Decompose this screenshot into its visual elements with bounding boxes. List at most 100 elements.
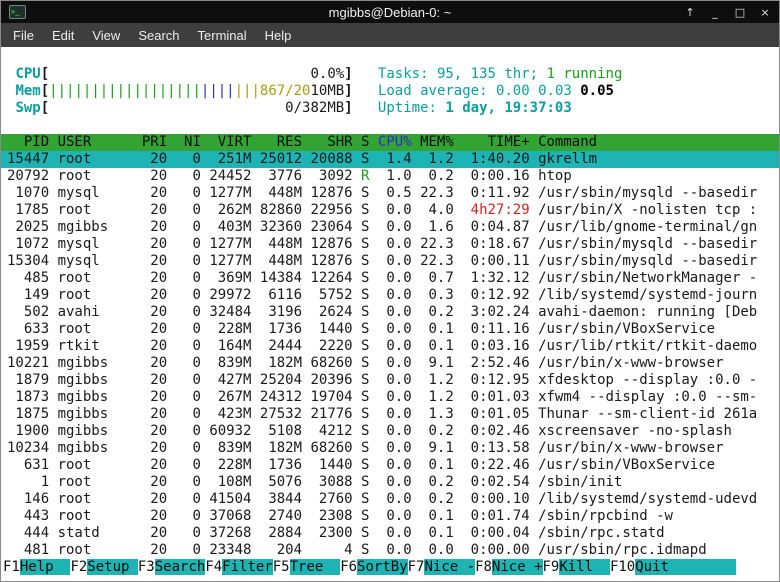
shade-button[interactable]: ↑ — [684, 6, 696, 19]
menu-edit[interactable]: Edit — [43, 25, 83, 46]
column-header-pri[interactable]: PRI — [142, 134, 176, 150]
fkey-f2-setup-button[interactable]: Setup — [87, 559, 138, 575]
cell-s: S — [361, 321, 378, 337]
process-row[interactable]: 15304 mysql 20 0 1277M 448M 12876 S 0.0 … — [1, 253, 779, 270]
maximize-button[interactable]: □ — [734, 6, 746, 19]
fkey-f3-key[interactable]: F3 — [138, 559, 155, 575]
cell-mem: 0.1 — [420, 525, 462, 541]
cell-res: 448M — [260, 253, 311, 269]
process-row[interactable]: 1070 mysql 20 0 1277M 448M 12876 S 0.5 2… — [1, 185, 779, 202]
fkey-f7-key[interactable]: F7 — [408, 559, 425, 575]
cell-shr: 2624 — [310, 304, 361, 320]
process-row[interactable]: 146 root 20 0 41504 3844 2760 S 0.0 0.2 … — [1, 491, 779, 508]
fkey-f1-help-button[interactable]: Help — [20, 559, 71, 575]
cell-mem: 0.1 — [420, 508, 462, 524]
column-header-s[interactable]: S — [361, 134, 378, 150]
process-row[interactable]: 10221 mgibbs 20 0 839M 182M 68260 S 0.0 … — [1, 355, 779, 372]
fkey-f1-key[interactable]: F1 — [3, 559, 20, 575]
process-row[interactable]: 485 root 20 0 369M 14384 12264 S 0.0 0.7… — [1, 270, 779, 287]
cell-shr: 4212 — [310, 423, 361, 439]
cell-s: S — [361, 406, 378, 422]
process-row[interactable]: 1875 mgibbs 20 0 423M 27532 21776 S 0.0 … — [1, 406, 779, 423]
fkey-f7-nice-button[interactable]: Nice - — [424, 559, 475, 575]
cell-ni: 0 — [176, 236, 210, 252]
cell-ni: 0 — [176, 474, 210, 490]
process-row[interactable]: 1 root 20 0 108M 5076 3088 S 0.0 0.2 0:0… — [1, 474, 779, 491]
column-header-mem[interactable]: MEM% — [420, 134, 462, 150]
fkey-f4-key[interactable]: F4 — [205, 559, 222, 575]
column-header-res[interactable]: RES — [260, 134, 311, 150]
column-header-time[interactable]: TIME+ — [462, 134, 538, 150]
process-row[interactable]: 1873 mgibbs 20 0 267M 24312 19704 S 0.0 … — [1, 389, 779, 406]
column-header-ni[interactable]: NI — [176, 134, 210, 150]
fkey-f9-kill-button[interactable]: Kill — [559, 559, 610, 575]
cell-time: 0:22.46 — [462, 457, 538, 473]
cell-pri: 20 — [142, 304, 176, 320]
cell-s: S — [361, 287, 378, 303]
fkey-f10-quit-button[interactable]: Quit — [635, 559, 736, 575]
fkey-f9-key[interactable]: F9 — [543, 559, 560, 575]
terminal-screen[interactable]: CPU[ 0.0%] Tasks: 95, 135 thr; 1 running… — [1, 47, 779, 581]
cell-cpu: 0.0 — [378, 389, 420, 405]
column-header-virt[interactable]: VIRT — [209, 134, 260, 150]
cell-command: /lib/systemd/systemd-journ — [538, 287, 757, 303]
cell-user: root — [58, 168, 142, 184]
cell-mem: 0.2 — [420, 474, 462, 490]
close-button[interactable]: × — [759, 6, 771, 19]
cell-time: 0:00.00 — [462, 542, 538, 558]
menu-search[interactable]: Search — [129, 25, 188, 46]
column-header-user[interactable]: USER — [58, 134, 142, 150]
column-header-shr[interactable]: SHR — [310, 134, 361, 150]
menu-help[interactable]: Help — [256, 25, 301, 46]
process-row[interactable]: 10234 mgibbs 20 0 839M 182M 68260 S 0.0 … — [1, 440, 779, 457]
process-row[interactable]: 1785 root 20 0 262M 82860 22956 S 0.0 4.… — [1, 202, 779, 219]
cell-cpu: 0.0 — [378, 219, 420, 235]
process-row[interactable]: 444 statd 20 0 37268 2884 2300 S 0.0 0.1… — [1, 525, 779, 542]
process-row[interactable]: 443 root 20 0 37068 2740 2308 S 0.0 0.1 … — [1, 508, 779, 525]
process-row[interactable]: 502 avahi 20 0 32484 3196 2624 S 0.0 0.2… — [1, 304, 779, 321]
cell-command: /usr/sbin/mysqld --basedir — [538, 185, 757, 201]
fkey-f4-filter-button[interactable]: Filter — [222, 559, 273, 575]
minimize-button[interactable]: _ — [709, 6, 721, 19]
cell-time: 0:00.04 — [462, 525, 538, 541]
menu-terminal[interactable]: Terminal — [189, 25, 256, 46]
mem-meter-label: Mem — [15, 83, 40, 99]
fkey-f8-key[interactable]: F8 — [475, 559, 492, 575]
process-row[interactable]: 20792 root 20 0 24452 3776 3092 R 1.0 0.… — [1, 168, 779, 185]
process-row[interactable]: 1900 mgibbs 20 0 60932 5108 4212 S 0.0 0… — [1, 423, 779, 440]
fkey-f6-sortby-button[interactable]: SortBy — [357, 559, 408, 575]
load-status-segment: Load average: — [378, 83, 496, 99]
fkey-f8-nice-button[interactable]: Nice + — [492, 559, 543, 575]
process-row[interactable]: 1072 mysql 20 0 1277M 448M 12876 S 0.0 2… — [1, 236, 779, 253]
process-row[interactable]: 633 root 20 0 228M 1736 1440 S 0.0 0.1 0… — [1, 321, 779, 338]
fkey-f2-key[interactable]: F2 — [70, 559, 87, 575]
process-row[interactable]: 1959 rtkit 20 0 164M 2444 2220 S 0.0 0.1… — [1, 338, 779, 355]
process-row-selected[interactable]: 15447 root 20 0 251M 25012 20088 S 1.4 1… — [1, 151, 779, 168]
titlebar[interactable]: >_ mgibbs@Debian-0: ~ ↑_□× — [1, 1, 779, 23]
column-header-pid[interactable]: PID — [7, 134, 58, 150]
cell-virt: 164M — [209, 338, 260, 354]
cell-command: /usr/sbin/VBoxService — [538, 321, 715, 337]
cell-ni: 0 — [176, 355, 210, 371]
process-row[interactable]: 149 root 20 0 29972 6116 5752 S 0.0 0.3 … — [1, 287, 779, 304]
process-row[interactable]: 1879 mgibbs 20 0 427M 25204 20396 S 0.0 … — [1, 372, 779, 389]
column-header-command[interactable]: Command — [538, 134, 597, 150]
process-row[interactable]: 2025 mgibbs 20 0 403M 32360 23064 S 0.0 … — [1, 219, 779, 236]
column-header-cpu[interactable]: CPU% — [378, 134, 420, 150]
fkey-f5-tree-button[interactable]: Tree — [290, 559, 341, 575]
fkey-f6-key[interactable]: F6 — [340, 559, 357, 575]
menu-file[interactable]: File — [4, 25, 43, 46]
cell-shr: 21776 — [310, 406, 361, 422]
process-row[interactable]: 481 root 20 0 23348 204 4 S 0.0 0.0 0:00… — [1, 542, 779, 559]
process-row[interactable]: 631 root 20 0 228M 1736 1440 S 0.0 0.1 0… — [1, 457, 779, 474]
cell-command: xscreensaver -no-splash — [538, 423, 732, 439]
fkey-f3-search-button[interactable]: Search — [155, 559, 206, 575]
cell-res: 3196 — [260, 304, 311, 320]
menu-view[interactable]: View — [83, 25, 129, 46]
process-table-header[interactable]: PID USER PRI NI VIRT RES SHR S CPU% MEM%… — [1, 134, 779, 151]
fkey-f10-key[interactable]: F10 — [610, 559, 635, 575]
swp-meter-bar-segment: 0/382MB — [49, 100, 344, 116]
cell-time: 0:11.92 — [462, 185, 538, 201]
cell-s: S — [361, 270, 378, 286]
fkey-f5-key[interactable]: F5 — [273, 559, 290, 575]
